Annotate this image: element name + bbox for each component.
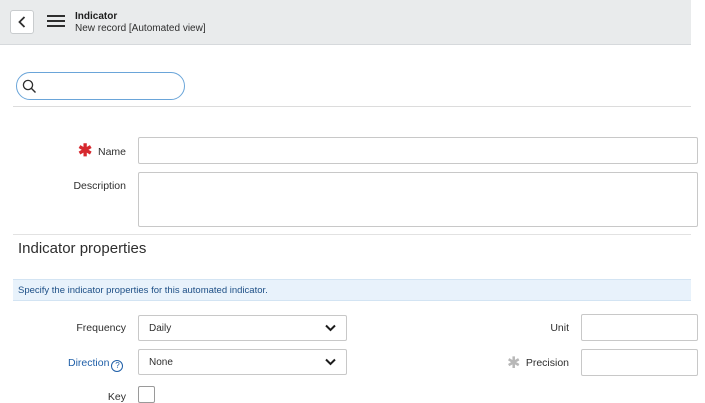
description-label: Description <box>73 180 126 192</box>
direction-select[interactable]: None <box>138 349 347 375</box>
name-field[interactable] <box>138 137 698 164</box>
precision-label-row: ✱ Precision <box>490 355 569 372</box>
precision-label: Precision <box>525 357 569 369</box>
divider <box>13 106 691 107</box>
chevron-down-icon <box>325 324 336 332</box>
mandatory-star-icon: ✱ <box>507 355 521 372</box>
page-subtitle: New record [Automated view] <box>75 23 206 34</box>
search-box[interactable] <box>16 72 185 100</box>
help-icon[interactable]: ? <box>111 360 124 372</box>
divider <box>13 234 691 235</box>
key-checkbox[interactable] <box>138 386 155 403</box>
chevron-left-icon <box>18 16 26 28</box>
frequency-select[interactable]: Daily <box>138 315 347 341</box>
hamburger-menu-icon[interactable] <box>47 15 65 29</box>
direction-label[interactable]: Direction <box>68 357 109 369</box>
frequency-value: Daily <box>149 323 172 334</box>
frequency-label: Frequency <box>76 322 126 334</box>
search-icon <box>22 79 36 93</box>
chevron-down-icon <box>325 358 336 366</box>
info-message-bar: Specify the indicator properties for thi… <box>13 279 691 301</box>
direction-value: None <box>149 357 173 368</box>
required-star-icon: ✱ <box>78 141 93 160</box>
unit-field[interactable] <box>581 314 698 341</box>
precision-field[interactable] <box>581 349 698 376</box>
info-message: Specify the indicator properties for thi… <box>18 285 268 296</box>
unit-label: Unit <box>550 322 569 334</box>
name-label-row: ✱ Name <box>40 141 126 160</box>
form-header: Indicator New record [Automated view] <box>0 0 691 45</box>
section-title: Indicator properties <box>18 240 147 257</box>
name-label: Name <box>97 146 126 158</box>
page-title: Indicator <box>75 11 118 22</box>
key-label: Key <box>107 391 126 403</box>
search-input[interactable] <box>41 77 181 97</box>
back-button[interactable] <box>10 10 34 34</box>
description-field[interactable] <box>138 172 698 227</box>
